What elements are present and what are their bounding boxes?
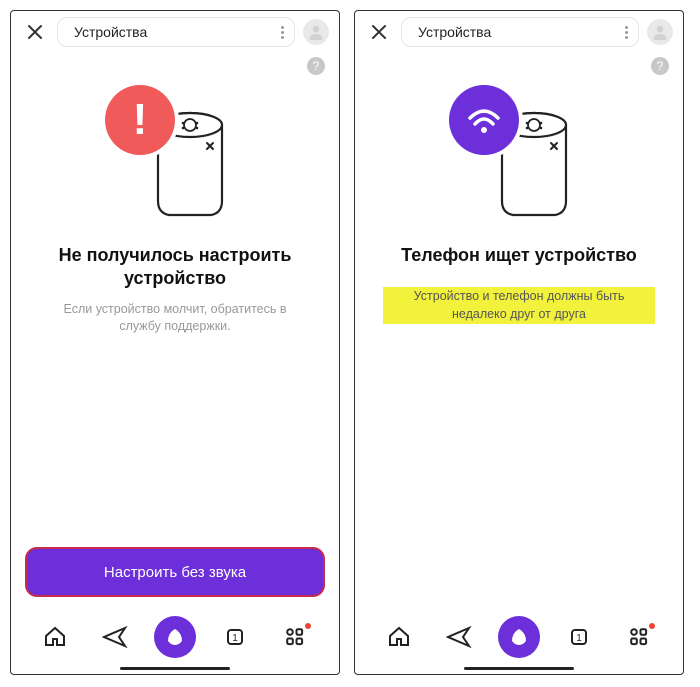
close-icon[interactable]	[365, 18, 393, 46]
content-area: ? Телефон ищет устройство Устройство и т…	[355, 53, 683, 609]
svg-text:1: 1	[576, 633, 582, 644]
device-illustration: !	[105, 81, 245, 226]
error-badge-icon: !	[105, 85, 175, 155]
wifi-badge-icon	[449, 85, 519, 155]
nav-send-icon[interactable]	[437, 619, 481, 655]
bottom-nav: 1	[355, 609, 683, 667]
kebab-menu-icon[interactable]	[281, 26, 284, 39]
bottom-nav: 1	[11, 609, 339, 667]
nav-send-icon[interactable]	[93, 619, 137, 655]
subtext: Устройство и телефон должны быть недалек…	[383, 287, 655, 324]
title-bar[interactable]: Устройства	[401, 17, 639, 47]
nav-home-icon[interactable]	[33, 619, 77, 655]
phone-screen-left: Устройства ? ! Не получилось	[10, 10, 340, 675]
alice-icon	[498, 616, 540, 658]
nav-apps-icon[interactable]	[617, 619, 661, 655]
alice-icon	[154, 616, 196, 658]
header: Устройства	[355, 11, 683, 53]
page-title: Устройства	[418, 24, 491, 40]
nav-apps-icon[interactable]	[273, 619, 317, 655]
svg-text:1: 1	[232, 633, 238, 644]
help-icon[interactable]: ?	[307, 57, 325, 75]
notification-dot-icon	[305, 623, 311, 629]
kebab-menu-icon[interactable]	[625, 26, 628, 39]
gesture-bar	[464, 667, 574, 670]
primary-action-button[interactable]: Настроить без звука	[25, 547, 325, 597]
content-area: ? ! Не получилось настроить устройство Е…	[11, 53, 339, 547]
help-icon[interactable]: ?	[651, 57, 669, 75]
heading: Не получилось настроить устройство	[39, 244, 311, 291]
subtext: Если устройство молчит, обратитесь в слу…	[39, 301, 311, 336]
nav-tabs-icon[interactable]: 1	[213, 619, 257, 655]
header: Устройства	[11, 11, 339, 53]
notification-dot-icon	[649, 623, 655, 629]
nav-alice-button[interactable]	[153, 619, 197, 655]
nav-alice-button[interactable]	[497, 619, 541, 655]
gesture-bar	[120, 667, 230, 670]
nav-home-icon[interactable]	[377, 619, 421, 655]
avatar[interactable]	[303, 19, 329, 45]
avatar[interactable]	[647, 19, 673, 45]
device-illustration	[449, 81, 589, 226]
page-title: Устройства	[74, 24, 147, 40]
primary-action-label: Настроить без звука	[104, 564, 246, 581]
nav-tabs-icon[interactable]: 1	[557, 619, 601, 655]
close-icon[interactable]	[21, 18, 49, 46]
heading: Телефон ищет устройство	[401, 244, 637, 267]
phone-screen-right: Устройства ?	[354, 10, 684, 675]
title-bar[interactable]: Устройства	[57, 17, 295, 47]
